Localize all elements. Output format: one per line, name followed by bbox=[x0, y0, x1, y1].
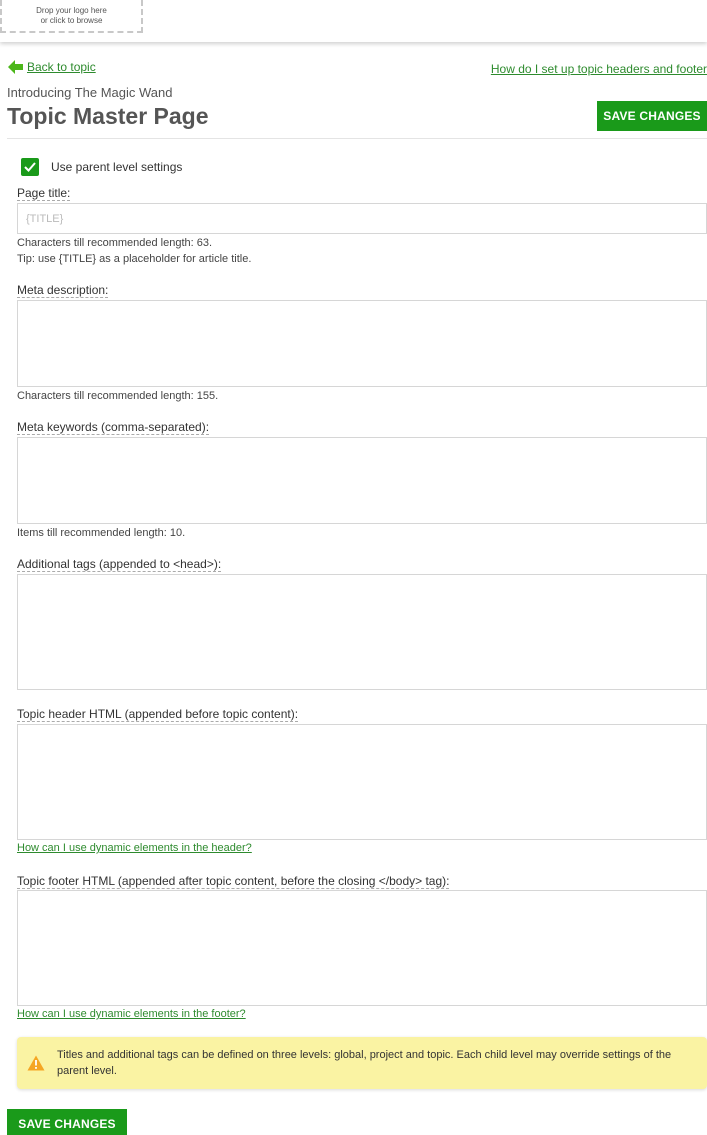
use-parent-settings-row[interactable]: Use parent level settings bbox=[21, 158, 182, 176]
meta-keywords-input[interactable] bbox=[17, 437, 707, 524]
footer-dynamic-elements-link[interactable]: How can I use dynamic elements in the fo… bbox=[17, 1008, 246, 1020]
meta-description-hint: Characters till recommended length: 155. bbox=[17, 390, 219, 402]
page-title-label: Page title: bbox=[17, 186, 71, 201]
topic-footer-label: Topic footer HTML (appended after topic … bbox=[17, 874, 450, 889]
page-title-input[interactable] bbox=[17, 203, 707, 234]
logo-drop-text-line2: or click to browse bbox=[40, 16, 103, 25]
topic-header-label: Topic header HTML (appended before topic… bbox=[17, 707, 299, 722]
meta-keywords-hint: Items till recommended length: 10. bbox=[17, 527, 186, 539]
back-to-topic-link[interactable]: Back to topic bbox=[27, 60, 96, 74]
logo-drop-zone[interactable]: Drop your logo here or click to browse bbox=[0, 0, 143, 33]
checkmark-icon bbox=[24, 162, 36, 172]
help-headers-footer-link[interactable]: How do I set up topic headers and footer bbox=[491, 62, 707, 76]
page-title-hint-length: Characters till recommended length: 63. bbox=[17, 237, 213, 249]
page-title: Topic Master Page bbox=[7, 103, 209, 129]
page-subtitle: Introducing The Magic Wand bbox=[7, 85, 173, 100]
additional-tags-label: Additional tags (appended to <head>): bbox=[17, 557, 222, 572]
save-button-bottom[interactable]: SAVE CHANGES bbox=[7, 1109, 127, 1135]
use-parent-settings-checkbox[interactable] bbox=[21, 158, 39, 176]
topic-header-input[interactable] bbox=[17, 724, 707, 840]
back-to-topic[interactable]: Back to topic bbox=[8, 60, 96, 74]
meta-description-input[interactable] bbox=[17, 300, 707, 387]
additional-tags-input[interactable] bbox=[17, 574, 707, 690]
use-parent-settings-label: Use parent level settings bbox=[51, 160, 183, 174]
page-title-hint-tip: Tip: use {TITLE} as a placeholder for ar… bbox=[17, 253, 252, 265]
meta-description-label: Meta description: bbox=[17, 283, 109, 298]
top-bar: Drop your logo here or click to browse bbox=[0, 0, 707, 42]
topic-footer-input[interactable] bbox=[17, 890, 707, 1006]
logo-drop-text-line1: Drop your logo here bbox=[36, 6, 107, 15]
levels-notice: Titles and additional tags can be define… bbox=[17, 1037, 707, 1089]
arrow-left-icon bbox=[8, 60, 23, 74]
warning-triangle-icon bbox=[27, 1055, 45, 1071]
levels-notice-text: Titles and additional tags can be define… bbox=[57, 1049, 672, 1077]
header-dynamic-elements-link[interactable]: How can I use dynamic elements in the he… bbox=[17, 842, 252, 854]
divider bbox=[7, 138, 707, 139]
save-button-top[interactable]: SAVE CHANGES bbox=[597, 101, 707, 131]
meta-keywords-label: Meta keywords (comma-separated): bbox=[17, 420, 210, 435]
